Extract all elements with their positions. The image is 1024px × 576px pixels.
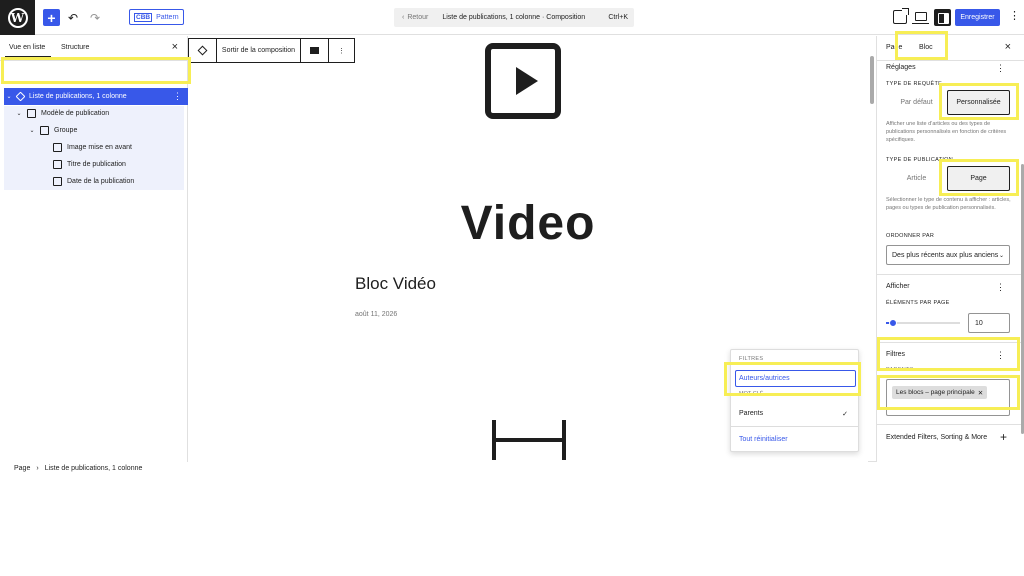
remove-token-icon[interactable]: ✕ [978, 389, 983, 397]
tree-item-query-loop[interactable]: ⌄ Liste de publications, 1 colonne ⋮ [4, 88, 188, 105]
chevron-down-icon[interactable]: ⌄ [4, 93, 14, 100]
breadcrumb: Page › Liste de publications, 1 colonne [0, 462, 1024, 474]
settings-panel-title[interactable]: Réglages [886, 64, 916, 71]
tree-item-post-date[interactable]: Date de la publication [50, 173, 134, 190]
query-type-default-option[interactable]: Par défaut [886, 90, 947, 115]
per-page-label: ÉLÉMENTS PAR PAGE [886, 300, 950, 306]
close-icon[interactable]: × [1005, 41, 1011, 53]
list-view-tabs: Vue en liste Structure × [0, 36, 187, 61]
document-title: Liste de publications, 1 colonne · Compo… [442, 14, 586, 21]
external-view-icon[interactable] [893, 8, 909, 24]
filters-options-icon[interactable]: ⋮ [996, 350, 1005, 361]
query-type-custom-option[interactable]: Personnalisée [947, 90, 1010, 115]
filters-panel-title[interactable]: Filtres [886, 351, 905, 358]
block-toolbar: Sortir de la composition ⋮ [188, 38, 355, 63]
panel-options-icon[interactable]: ⋮ [996, 63, 1005, 74]
filter-keyword-option[interactable]: MOT-CLÉ [731, 388, 858, 397]
settings-sidebar-toggle-icon[interactable] [934, 9, 951, 26]
per-page-slider[interactable] [886, 319, 960, 327]
query-loop-icon [15, 91, 26, 102]
slider-thumb[interactable] [889, 319, 898, 327]
checkmark-icon: ✓ [842, 410, 848, 418]
display-settings-icon[interactable] [301, 39, 329, 62]
order-label: ORDONNER PAR [886, 233, 935, 239]
breadcrumb-current[interactable]: Liste de publications, 1 colonne [45, 465, 143, 472]
panel-options-icon[interactable]: ⋮ [996, 282, 1005, 293]
document-bar[interactable]: ‹ Retour Liste de publications, 1 colonne… [394, 8, 634, 27]
device-preview-icon[interactable] [912, 12, 929, 24]
tab-list-view[interactable]: Vue en liste [4, 44, 52, 58]
post-date[interactable]: août 11, 2026 [355, 311, 397, 318]
filters-popover: FILTRES Auteurs/autrices MOT-CLÉ Parents… [730, 349, 859, 452]
back-link[interactable]: ‹ Retour [402, 14, 428, 21]
filter-authors-option[interactable]: Auteurs/autrices [735, 370, 856, 387]
save-button[interactable]: Enregistrer [955, 9, 1000, 26]
tree-item-group[interactable]: ⌄ Groupe [27, 122, 77, 139]
chevron-down-icon[interactable]: ⌄ [14, 110, 24, 117]
block-options-icon[interactable]: ⋮ [173, 91, 182, 102]
wordpress-logo-icon[interactable]: W [0, 0, 35, 35]
breadcrumb-root[interactable]: Page [14, 465, 30, 472]
add-block-button[interactable]: + [43, 9, 60, 26]
list-view-panel: Vue en liste Structure × ⌄ Liste de publ… [0, 36, 188, 462]
extended-filters-title[interactable]: Extended Filters, Sorting & More [886, 434, 987, 441]
post-type-label: TYPE DE PUBLICATION [886, 157, 954, 163]
featured-image-icon [53, 143, 62, 152]
per-page-input[interactable]: 10 [968, 313, 1010, 333]
chevron-right-icon: › [36, 464, 39, 472]
pattern-chip[interactable]: CBB Pattern [129, 9, 184, 25]
reset-all-button[interactable]: Tout réinitialiser [739, 436, 788, 443]
tab-block[interactable]: Bloc [919, 44, 933, 51]
canvas-scrollbar[interactable] [870, 56, 874, 104]
chevron-down-icon: ⌄ [998, 252, 1004, 259]
pattern-badge: CBB [134, 12, 153, 22]
plus-icon[interactable]: + [1000, 430, 1007, 444]
block-more-options-icon[interactable]: ⋮ [329, 39, 354, 62]
order-select[interactable]: Des plus récents aux plus anciens ⌄ [886, 245, 1010, 265]
query-type-toggle: Par défaut Personnalisée [886, 90, 1010, 115]
parent-token: Les blocs – page principale ✕ [892, 386, 988, 399]
group-icon [40, 126, 49, 135]
undo-icon[interactable]: ↶ [66, 8, 80, 27]
featured-image-text: Video [460, 197, 596, 250]
settings-sidebar: Page Bloc × Réglages ⋮ TYPE DE REQUÊTE P… [876, 36, 1024, 462]
post-type-page-option[interactable]: Page [947, 166, 1010, 191]
editor-header: W + ↶ ↷ CBB Pattern ‹ Retour Liste de pub… [0, 0, 1024, 35]
popover-heading: FILTRES [739, 356, 764, 362]
horizontal-resize-icon [492, 420, 566, 460]
post-title-icon [53, 160, 62, 169]
close-icon[interactable]: × [172, 41, 178, 53]
tree-item-post-title[interactable]: Titre de publication [50, 156, 126, 173]
post-title[interactable]: Bloc Vidéo [355, 274, 436, 294]
options-menu-icon[interactable]: ⋮ [1009, 11, 1020, 22]
play-icon [485, 43, 561, 119]
query-type-help: Afficher une liste d’articles ou des typ… [886, 121, 1007, 143]
query-type-label: TYPE DE REQUÊTE [886, 81, 943, 87]
post-type-toggle: Article Page [886, 166, 1010, 191]
block-type-icon[interactable] [189, 39, 217, 62]
pattern-label: Pattern [156, 13, 179, 21]
chevron-left-icon: ‹ [402, 14, 405, 21]
redo-icon[interactable]: ↷ [88, 8, 102, 27]
post-template-icon [27, 109, 36, 118]
parents-token-field[interactable]: Les blocs – page principale ✕ [886, 379, 1010, 416]
command-shortcut: Ctrl+K [608, 14, 628, 21]
chevron-down-icon[interactable]: ⌄ [27, 127, 37, 134]
post-date-icon [53, 177, 62, 186]
tab-page[interactable]: Page [886, 44, 902, 51]
tree-item-post-template[interactable]: ⌄ Modèle de publication [14, 105, 109, 122]
tree-item-featured-image[interactable]: Image mise en avant [50, 139, 132, 156]
tab-outline[interactable]: Structure [61, 44, 89, 51]
parents-label: PARENTS [886, 367, 914, 373]
post-type-help: Sélectionner le type de contenu à affich… [886, 197, 1011, 211]
post-type-article-option[interactable]: Article [886, 166, 947, 191]
filter-parents-option[interactable]: Parents ✓ [731, 405, 858, 422]
exit-pattern-button[interactable]: Sortir de la composition [217, 39, 301, 62]
editor-app: W + ↶ ↷ CBB Pattern ‹ Retour Liste de pub… [0, 0, 1024, 462]
display-panel-title[interactable]: Afficher [886, 283, 910, 290]
